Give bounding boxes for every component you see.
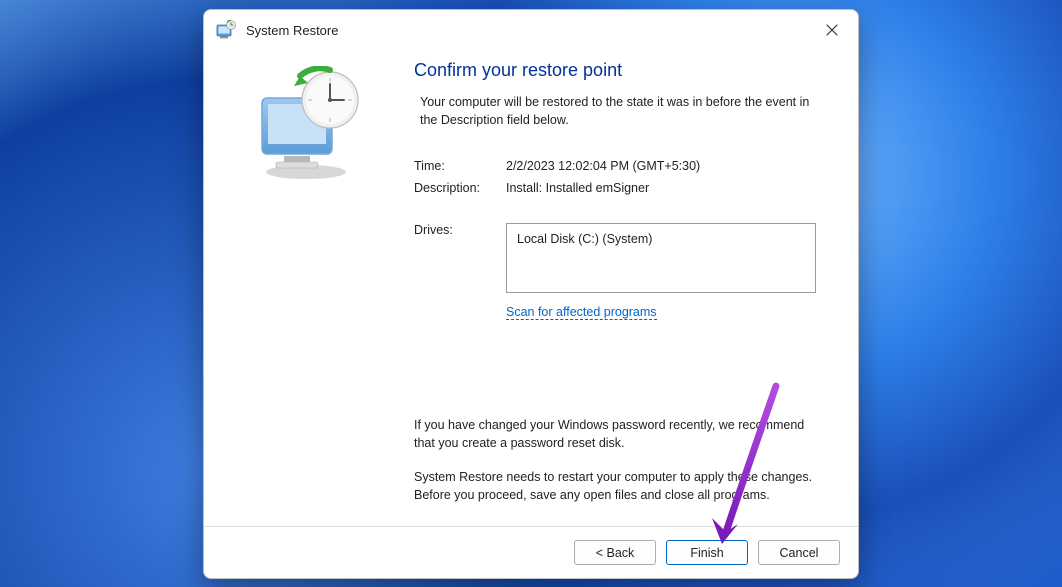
description-value: Install: Installed emSigner — [506, 181, 828, 195]
time-label: Time: — [414, 159, 506, 173]
drives-label: Drives: — [414, 223, 506, 237]
drives-list: Local Disk (C:) (System) — [506, 223, 816, 293]
main-content: Confirm your restore point Your computer… — [406, 56, 828, 526]
dialog-body: Confirm your restore point Your computer… — [204, 50, 858, 526]
close-button[interactable] — [814, 16, 850, 44]
page-heading: Confirm your restore point — [414, 60, 828, 81]
finish-button[interactable]: Finish — [666, 540, 748, 565]
intro-text: Your computer will be restored to the st… — [420, 93, 828, 129]
scan-affected-programs-link[interactable]: Scan for affected programs — [506, 305, 657, 320]
back-button[interactable]: < Back — [574, 540, 656, 565]
titlebar: System Restore — [204, 10, 858, 50]
description-label: Description: — [414, 181, 506, 195]
drives-row: Drives: Local Disk (C:) (System) Scan fo… — [414, 223, 828, 320]
cancel-button[interactable]: Cancel — [758, 540, 840, 565]
time-value: 2/2/2023 12:02:04 PM (GMT+5:30) — [506, 159, 828, 173]
restart-note: System Restore needs to restart your com… — [414, 468, 828, 504]
password-note: If you have changed your Windows passwor… — [414, 416, 828, 452]
left-column — [214, 56, 406, 526]
dialog-footer: < Back Finish Cancel — [204, 526, 858, 578]
window-title: System Restore — [246, 23, 814, 38]
restore-graphic-icon — [250, 66, 370, 186]
desktop-wallpaper: System Restore — [0, 0, 1062, 587]
close-icon — [826, 24, 838, 36]
description-row: Description: Install: Installed emSigner — [414, 181, 828, 195]
system-restore-icon — [216, 20, 236, 40]
drive-item: Local Disk (C:) (System) — [517, 232, 805, 246]
time-row: Time: 2/2/2023 12:02:04 PM (GMT+5:30) — [414, 159, 828, 173]
system-restore-window: System Restore — [203, 9, 859, 579]
